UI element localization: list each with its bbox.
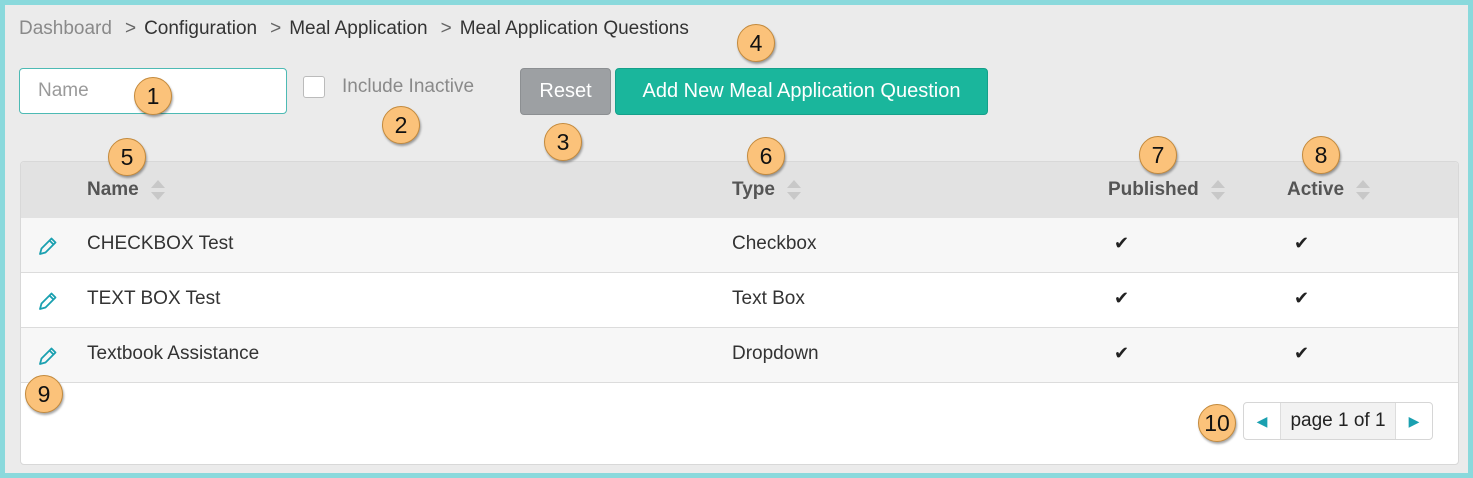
pagination-prev-button[interactable]: ◀ xyxy=(1244,403,1280,439)
column-header-published-label: Published xyxy=(1108,179,1199,200)
pencil-edit-icon[interactable] xyxy=(36,344,60,368)
sort-icon xyxy=(786,180,801,200)
question-type: Dropdown xyxy=(732,343,819,364)
callout-badge: 6 xyxy=(747,137,785,175)
sort-icon xyxy=(1210,180,1225,200)
column-header-type[interactable]: Type xyxy=(732,179,801,201)
pencil-edit-icon[interactable] xyxy=(36,289,60,313)
published-check-icon: ✔ xyxy=(1114,343,1130,363)
column-header-active-label: Active xyxy=(1287,179,1345,200)
column-header-name-label: Name xyxy=(87,179,139,200)
active-check-icon: ✔ xyxy=(1294,233,1310,253)
column-header-active[interactable]: Active xyxy=(1287,179,1371,201)
sort-icon xyxy=(150,180,165,200)
callout-badge: 3 xyxy=(544,123,582,161)
callout-badge: 2 xyxy=(382,106,420,144)
callout-badge: 4 xyxy=(737,24,775,62)
pagination-next-button[interactable]: ▶ xyxy=(1396,403,1432,439)
question-name: CHECKBOX Test xyxy=(87,233,234,254)
include-inactive-toggle[interactable]: Include Inactive xyxy=(303,76,474,98)
breadcrumb-configuration-link[interactable]: Configuration xyxy=(144,18,257,39)
breadcrumb-current-page: Meal Application Questions xyxy=(459,18,689,39)
include-inactive-checkbox[interactable] xyxy=(303,76,325,98)
published-check-icon: ✔ xyxy=(1114,233,1130,253)
sort-icon xyxy=(1356,180,1371,200)
questions-table: Name Type Published Active CHECKBOX Test… xyxy=(20,161,1459,465)
callout-badge: 1 xyxy=(134,77,172,115)
column-header-type-label: Type xyxy=(732,179,775,200)
table-header: Name Type Published Active xyxy=(21,162,1458,218)
callout-badge: 5 xyxy=(108,138,146,176)
table-row: Textbook Assistance Dropdown ✔ ✔ xyxy=(21,328,1458,383)
question-type: Checkbox xyxy=(732,233,817,254)
include-inactive-label: Include Inactive xyxy=(342,76,475,97)
question-name: TEXT BOX Test xyxy=(87,288,221,309)
breadcrumb-dashboard-link[interactable]: Dashboard xyxy=(19,18,112,39)
caret-left-icon: ◀ xyxy=(1256,412,1268,429)
breadcrumb-separator: > xyxy=(270,18,282,39)
column-header-published[interactable]: Published xyxy=(1108,179,1225,201)
breadcrumb-separator: > xyxy=(124,18,137,39)
callout-badge: 7 xyxy=(1139,136,1177,174)
question-type: Text Box xyxy=(732,288,805,309)
table-row: TEXT BOX Test Text Box ✔ ✔ xyxy=(21,273,1458,328)
reset-button[interactable]: Reset xyxy=(520,68,611,115)
callout-badge: 9 xyxy=(25,375,63,413)
active-check-icon: ✔ xyxy=(1294,343,1310,363)
published-check-icon: ✔ xyxy=(1114,288,1130,308)
callout-badge: 8 xyxy=(1302,136,1340,174)
column-header-name[interactable]: Name xyxy=(87,179,165,201)
breadcrumb-meal-application-link[interactable]: Meal Application xyxy=(289,18,427,39)
question-name: Textbook Assistance xyxy=(87,343,260,364)
add-new-question-button[interactable]: Add New Meal Application Question xyxy=(615,68,988,115)
pagination-status: page 1 of 1 xyxy=(1280,403,1396,439)
pagination: ◀ page 1 of 1 ▶ xyxy=(1243,402,1433,440)
active-check-icon: ✔ xyxy=(1294,288,1310,308)
breadcrumb: Dashboard > Configuration > Meal Application… xyxy=(19,18,689,40)
caret-right-icon: ▶ xyxy=(1408,412,1420,429)
page-frame: Dashboard > Configuration > Meal Application… xyxy=(5,5,1468,473)
table-row: CHECKBOX Test Checkbox ✔ ✔ xyxy=(21,218,1458,273)
callout-badge: 10 xyxy=(1198,404,1236,442)
breadcrumb-separator: > xyxy=(440,18,452,39)
pencil-edit-icon[interactable] xyxy=(36,234,60,258)
